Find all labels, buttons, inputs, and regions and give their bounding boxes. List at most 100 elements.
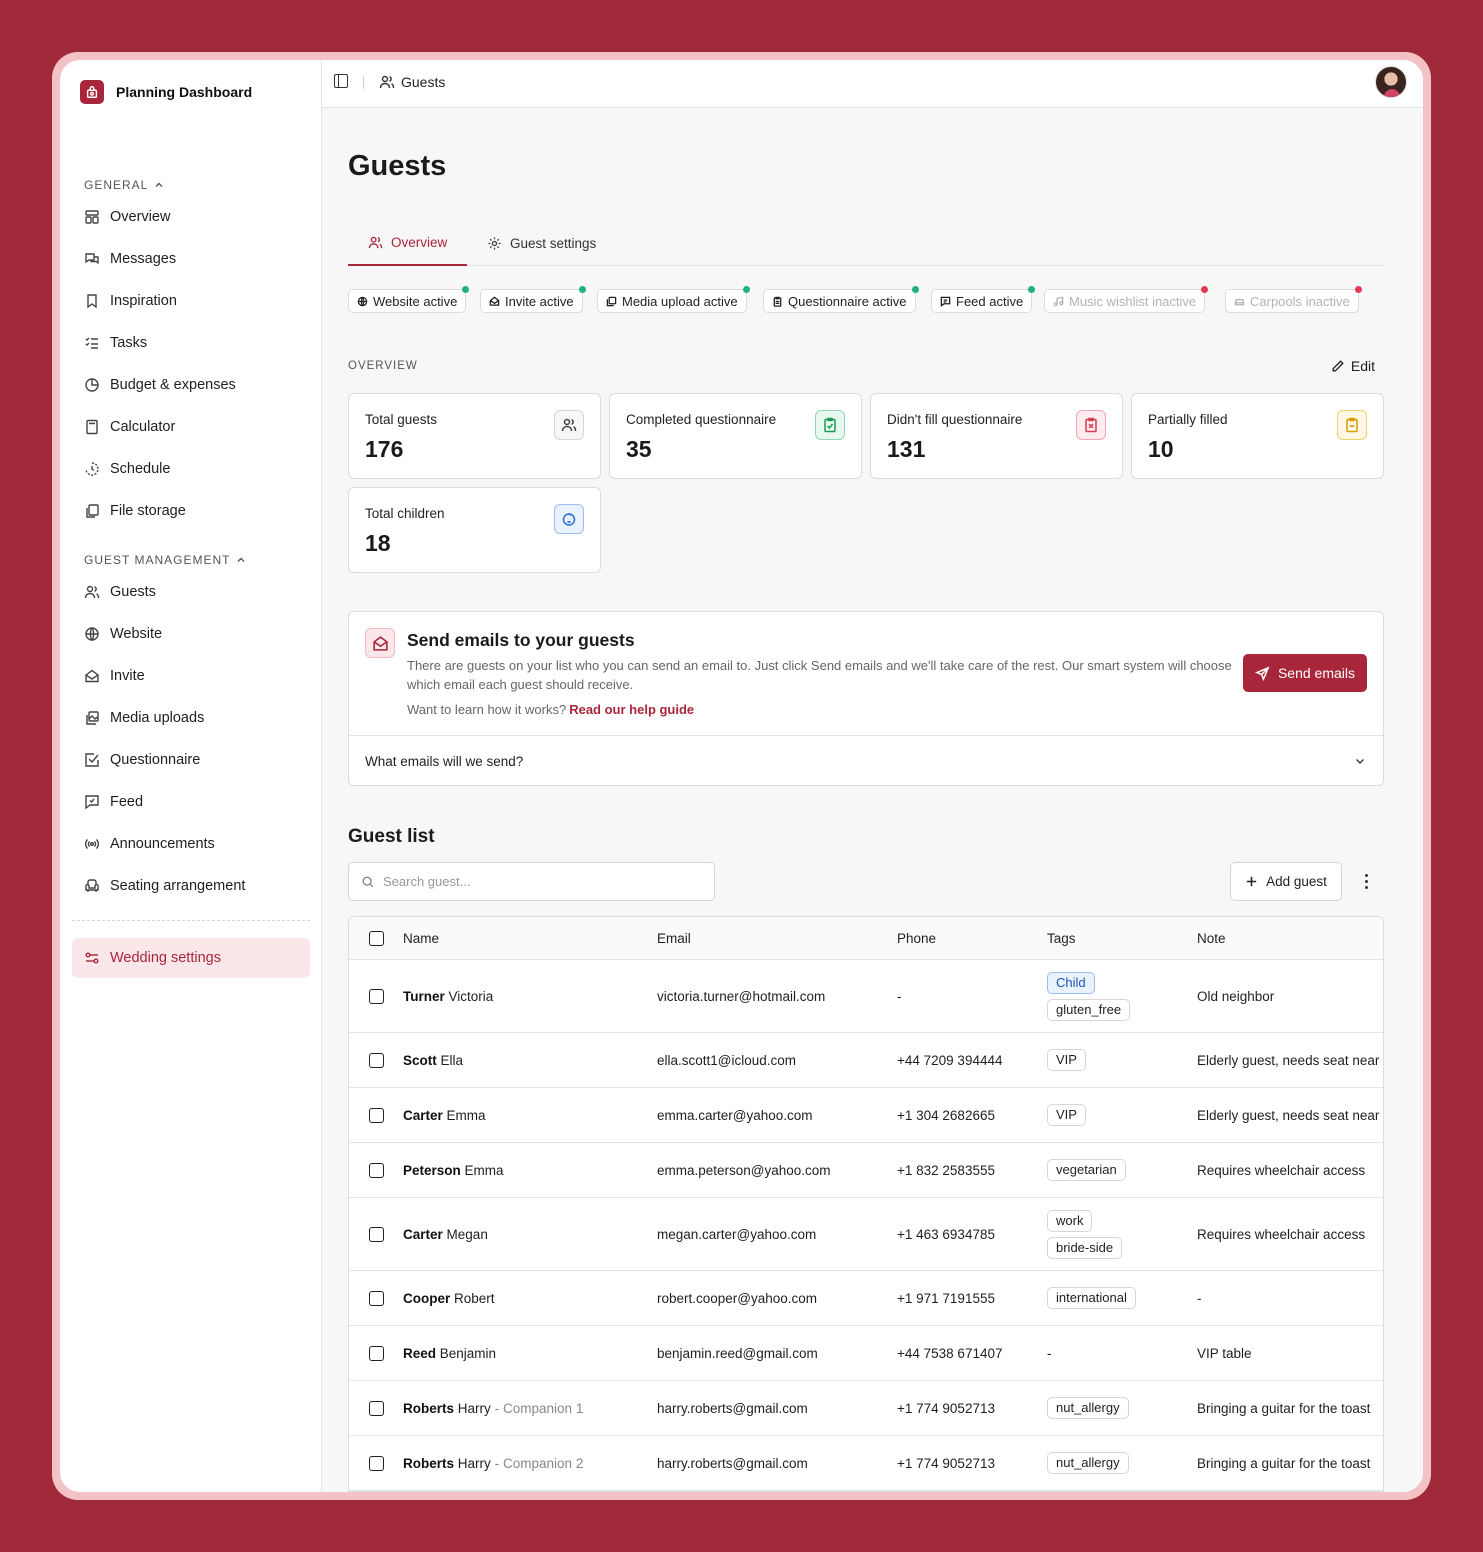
table-row[interactable]: Roberts Harry - Companion 1 harry.roberts@…: [349, 1381, 1383, 1436]
column-header-tags[interactable]: Tags: [1047, 917, 1187, 959]
guest-first-name: Harry: [457, 1455, 491, 1471]
table-row[interactable]: Scott Ella ella.scott1@icloud.com +44 7209…: [349, 1033, 1383, 1088]
row-checkbox[interactable]: [369, 988, 384, 1004]
sidebar-item-questionnaire[interactable]: Questionnaire: [84, 748, 200, 772]
sidebar-item-budget[interactable]: Budget & expenses: [84, 373, 236, 397]
table-body: Turner Victoria victoria.turner@hotmail.c…: [349, 960, 1383, 1491]
guest-email: victoria.turner@hotmail.com: [657, 988, 826, 1004]
add-guest-button[interactable]: Add guest: [1230, 862, 1342, 901]
row-checkbox[interactable]: [369, 1290, 384, 1306]
calculator-icon: [86, 419, 98, 435]
sidebar-item-wedding-settings[interactable]: Wedding settings: [72, 938, 310, 978]
breadcrumb[interactable]: Guests: [379, 74, 445, 90]
table-header: Name Email Phone Tags Note: [349, 917, 1383, 960]
tab-overview[interactable]: Overview: [348, 220, 468, 266]
sidebar-item-label: Schedule: [110, 461, 171, 477]
chip-carpools[interactable]: Carpools inactive: [1225, 286, 1362, 313]
sidebar-item-file-storage[interactable]: File storage: [84, 499, 186, 523]
chip-website[interactable]: Website active: [348, 286, 470, 313]
sidebar-item-tasks[interactable]: Tasks: [84, 331, 147, 355]
images-icon: [86, 711, 99, 725]
status-dot-active: [462, 286, 470, 293]
car-icon: [1234, 298, 1245, 305]
guest-first-name: Harry: [457, 1400, 491, 1416]
table-row[interactable]: Reed Benjamin benjamin.reed@gmail.com +44 …: [349, 1326, 1383, 1381]
status-dot-active: [742, 286, 750, 293]
select-all-cell: [369, 917, 384, 959]
main-content: Guests Guests Overview Guest settings We…: [322, 60, 1423, 1492]
sidebar-item-schedule[interactable]: Schedule: [84, 457, 170, 481]
row-checkbox[interactable]: [369, 1107, 384, 1123]
sidebar-item-inspiration[interactable]: Inspiration: [84, 289, 177, 313]
column-header-phone[interactable]: Phone: [897, 917, 1037, 959]
user-avatar[interactable]: [1375, 66, 1407, 98]
broadcast-icon: [85, 839, 99, 849]
chip-feed[interactable]: Feed active: [931, 286, 1036, 313]
emails-accordion[interactable]: What emails will we send?: [349, 735, 1383, 786]
table-row[interactable]: Roberts Harry - Companion 2 harry.roberts@…: [349, 1436, 1383, 1491]
guest-last-name: Scott: [403, 1052, 437, 1068]
guest-last-name: Roberts: [403, 1400, 455, 1416]
column-header-email[interactable]: Email: [657, 917, 887, 959]
row-checkbox[interactable]: [369, 1345, 384, 1361]
sidebar-item-label: Seating arrangement: [110, 878, 246, 894]
sidebar-divider: [72, 920, 310, 921]
edit-button[interactable]: Edit: [1331, 358, 1375, 374]
table-row[interactable]: Peterson Emma emma.peterson@yahoo.com +1 8…: [349, 1143, 1383, 1198]
row-checkbox[interactable]: [369, 1162, 384, 1178]
sidebar-item-media-uploads[interactable]: Media uploads: [84, 706, 204, 730]
section-guest-management-toggle[interactable]: GUEST MANAGEMENT: [84, 553, 246, 567]
send-emails-button[interactable]: Send emails: [1242, 654, 1367, 692]
column-header-note[interactable]: Note: [1197, 917, 1383, 959]
row-checkbox[interactable]: [369, 1400, 384, 1416]
page-title: Guests: [348, 150, 447, 182]
search-input[interactable]: [383, 874, 683, 889]
sidebar-item-website[interactable]: Website: [84, 622, 162, 646]
sidebar-item-feed[interactable]: Feed: [84, 790, 143, 814]
sidebar-item-seating[interactable]: Seating arrangement: [84, 874, 245, 898]
section-general-title: GENERAL: [84, 178, 149, 192]
sidebar-item-guests[interactable]: Guests: [84, 580, 156, 604]
sidebar-item-overview[interactable]: Overview: [84, 205, 170, 229]
guest-name: Cooper Robert: [403, 1271, 643, 1325]
column-header-name[interactable]: Name: [403, 917, 643, 959]
stat-card-total-guests: Total guests 176: [348, 393, 601, 479]
sidebar-item-messages[interactable]: Messages: [84, 247, 176, 271]
stat-label: Total guests: [365, 412, 438, 427]
status-dot-inactive: [1201, 286, 1209, 293]
table-row[interactable]: Carter Emma emma.carter@yahoo.com +1 304 2…: [349, 1088, 1383, 1143]
chip-music-wishlist[interactable]: Music wishlist inactive: [1044, 286, 1209, 313]
table-row[interactable]: Cooper Robert robert.cooper@yahoo.com +1 9…: [349, 1271, 1383, 1326]
row-checkbox[interactable]: [369, 1052, 384, 1068]
edit-label: Edit: [1350, 358, 1375, 374]
chip-media-upload[interactable]: Media upload active: [597, 286, 750, 313]
row-checkbox[interactable]: [369, 1226, 384, 1242]
tag-badge: VIP: [1047, 1104, 1086, 1126]
envelope-open-icon: [85, 669, 99, 683]
clipboard-icon: [773, 296, 782, 307]
guest-note: Requires wheelchair access: [1197, 1226, 1366, 1242]
brand[interactable]: Planning Dashboard: [80, 80, 252, 104]
sidebar-item-invite[interactable]: Invite: [84, 664, 145, 688]
table-row[interactable]: Carter Megan megan.carter@yahoo.com +1 463…: [349, 1198, 1383, 1271]
clipboard-minus-icon: [1337, 410, 1367, 440]
row-check-cell: [369, 960, 384, 1032]
tab-guest-settings[interactable]: Guest settings: [487, 220, 596, 266]
chip-invite[interactable]: Invite active: [480, 286, 586, 313]
table-row[interactable]: Turner Victoria victoria.turner@hotmail.c…: [349, 960, 1383, 1033]
sidebar-item-label: Inspiration: [110, 293, 177, 309]
sidebar-item-calculator[interactable]: Calculator: [84, 415, 175, 439]
help-guide-link[interactable]: Read our help guide: [569, 702, 694, 717]
guest-email: megan.carter@yahoo.com: [657, 1226, 817, 1242]
sidebar-toggle-icon[interactable]: [334, 74, 348, 88]
chip-questionnaire[interactable]: Questionnaire active: [763, 286, 919, 313]
select-all-checkbox[interactable]: [369, 930, 384, 946]
sidebar-item-label: Media uploads: [110, 710, 205, 726]
chevron-down-icon: [1355, 758, 1365, 765]
email-card-description: There are guests on your list who you ca…: [407, 658, 1232, 692]
more-options-button[interactable]: [1356, 871, 1376, 891]
row-checkbox[interactable]: [369, 1455, 384, 1471]
chip-label: Questionnaire active: [788, 293, 907, 309]
sidebar-item-announcements[interactable]: Announcements: [84, 832, 215, 856]
section-general-toggle[interactable]: GENERAL: [84, 178, 164, 192]
